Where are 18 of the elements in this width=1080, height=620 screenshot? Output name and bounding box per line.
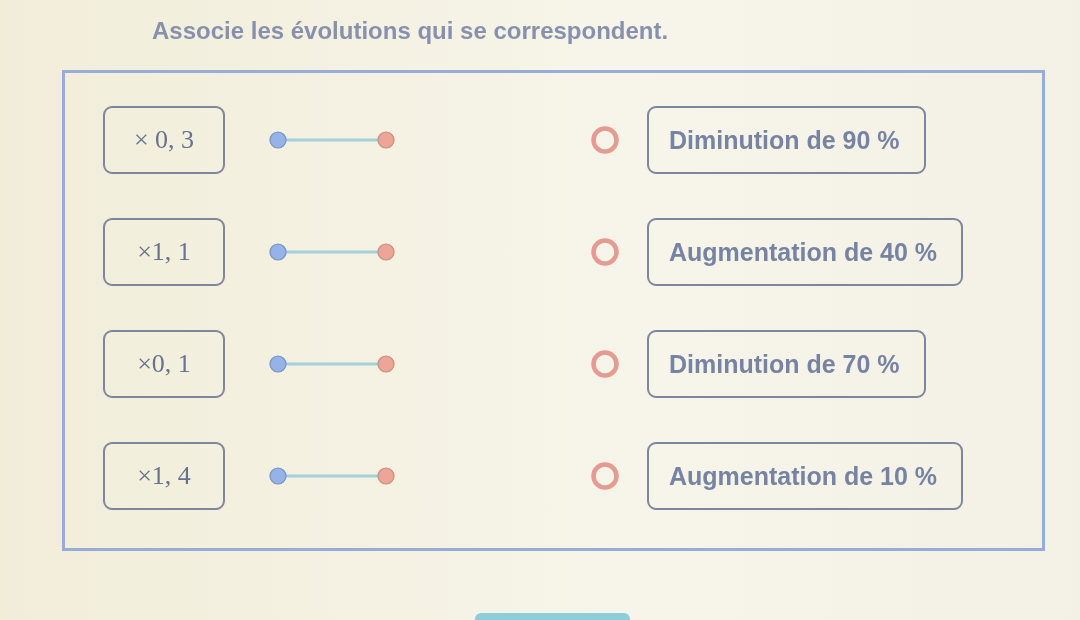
partial-button[interactable] xyxy=(475,613,630,620)
ring-icon[interactable] xyxy=(591,238,619,266)
ring-icon[interactable] xyxy=(591,126,619,154)
expression-card: ×1, 1 xyxy=(103,218,225,286)
answer-card: Diminution de 90 % xyxy=(647,106,926,174)
connector-handle[interactable] xyxy=(269,467,395,485)
connector-handle[interactable] xyxy=(269,131,395,149)
instruction-text: Associe les évolutions qui se correspondent. xyxy=(152,17,669,45)
ring-icon[interactable] xyxy=(591,350,619,378)
expression-card: ×0, 1 xyxy=(103,330,225,398)
ring-icon[interactable] xyxy=(591,462,619,490)
answer-card: Diminution de 70 % xyxy=(647,330,926,398)
connector-handle[interactable] xyxy=(269,355,395,373)
answer-card: Augmentation de 40 % xyxy=(647,218,964,286)
answer-card: Augmentation de 10 % xyxy=(647,442,964,510)
expression-card: × 0, 3 xyxy=(103,106,225,174)
connector-handle[interactable] xyxy=(269,243,395,261)
expression-card: ×1, 4 xyxy=(103,442,225,510)
